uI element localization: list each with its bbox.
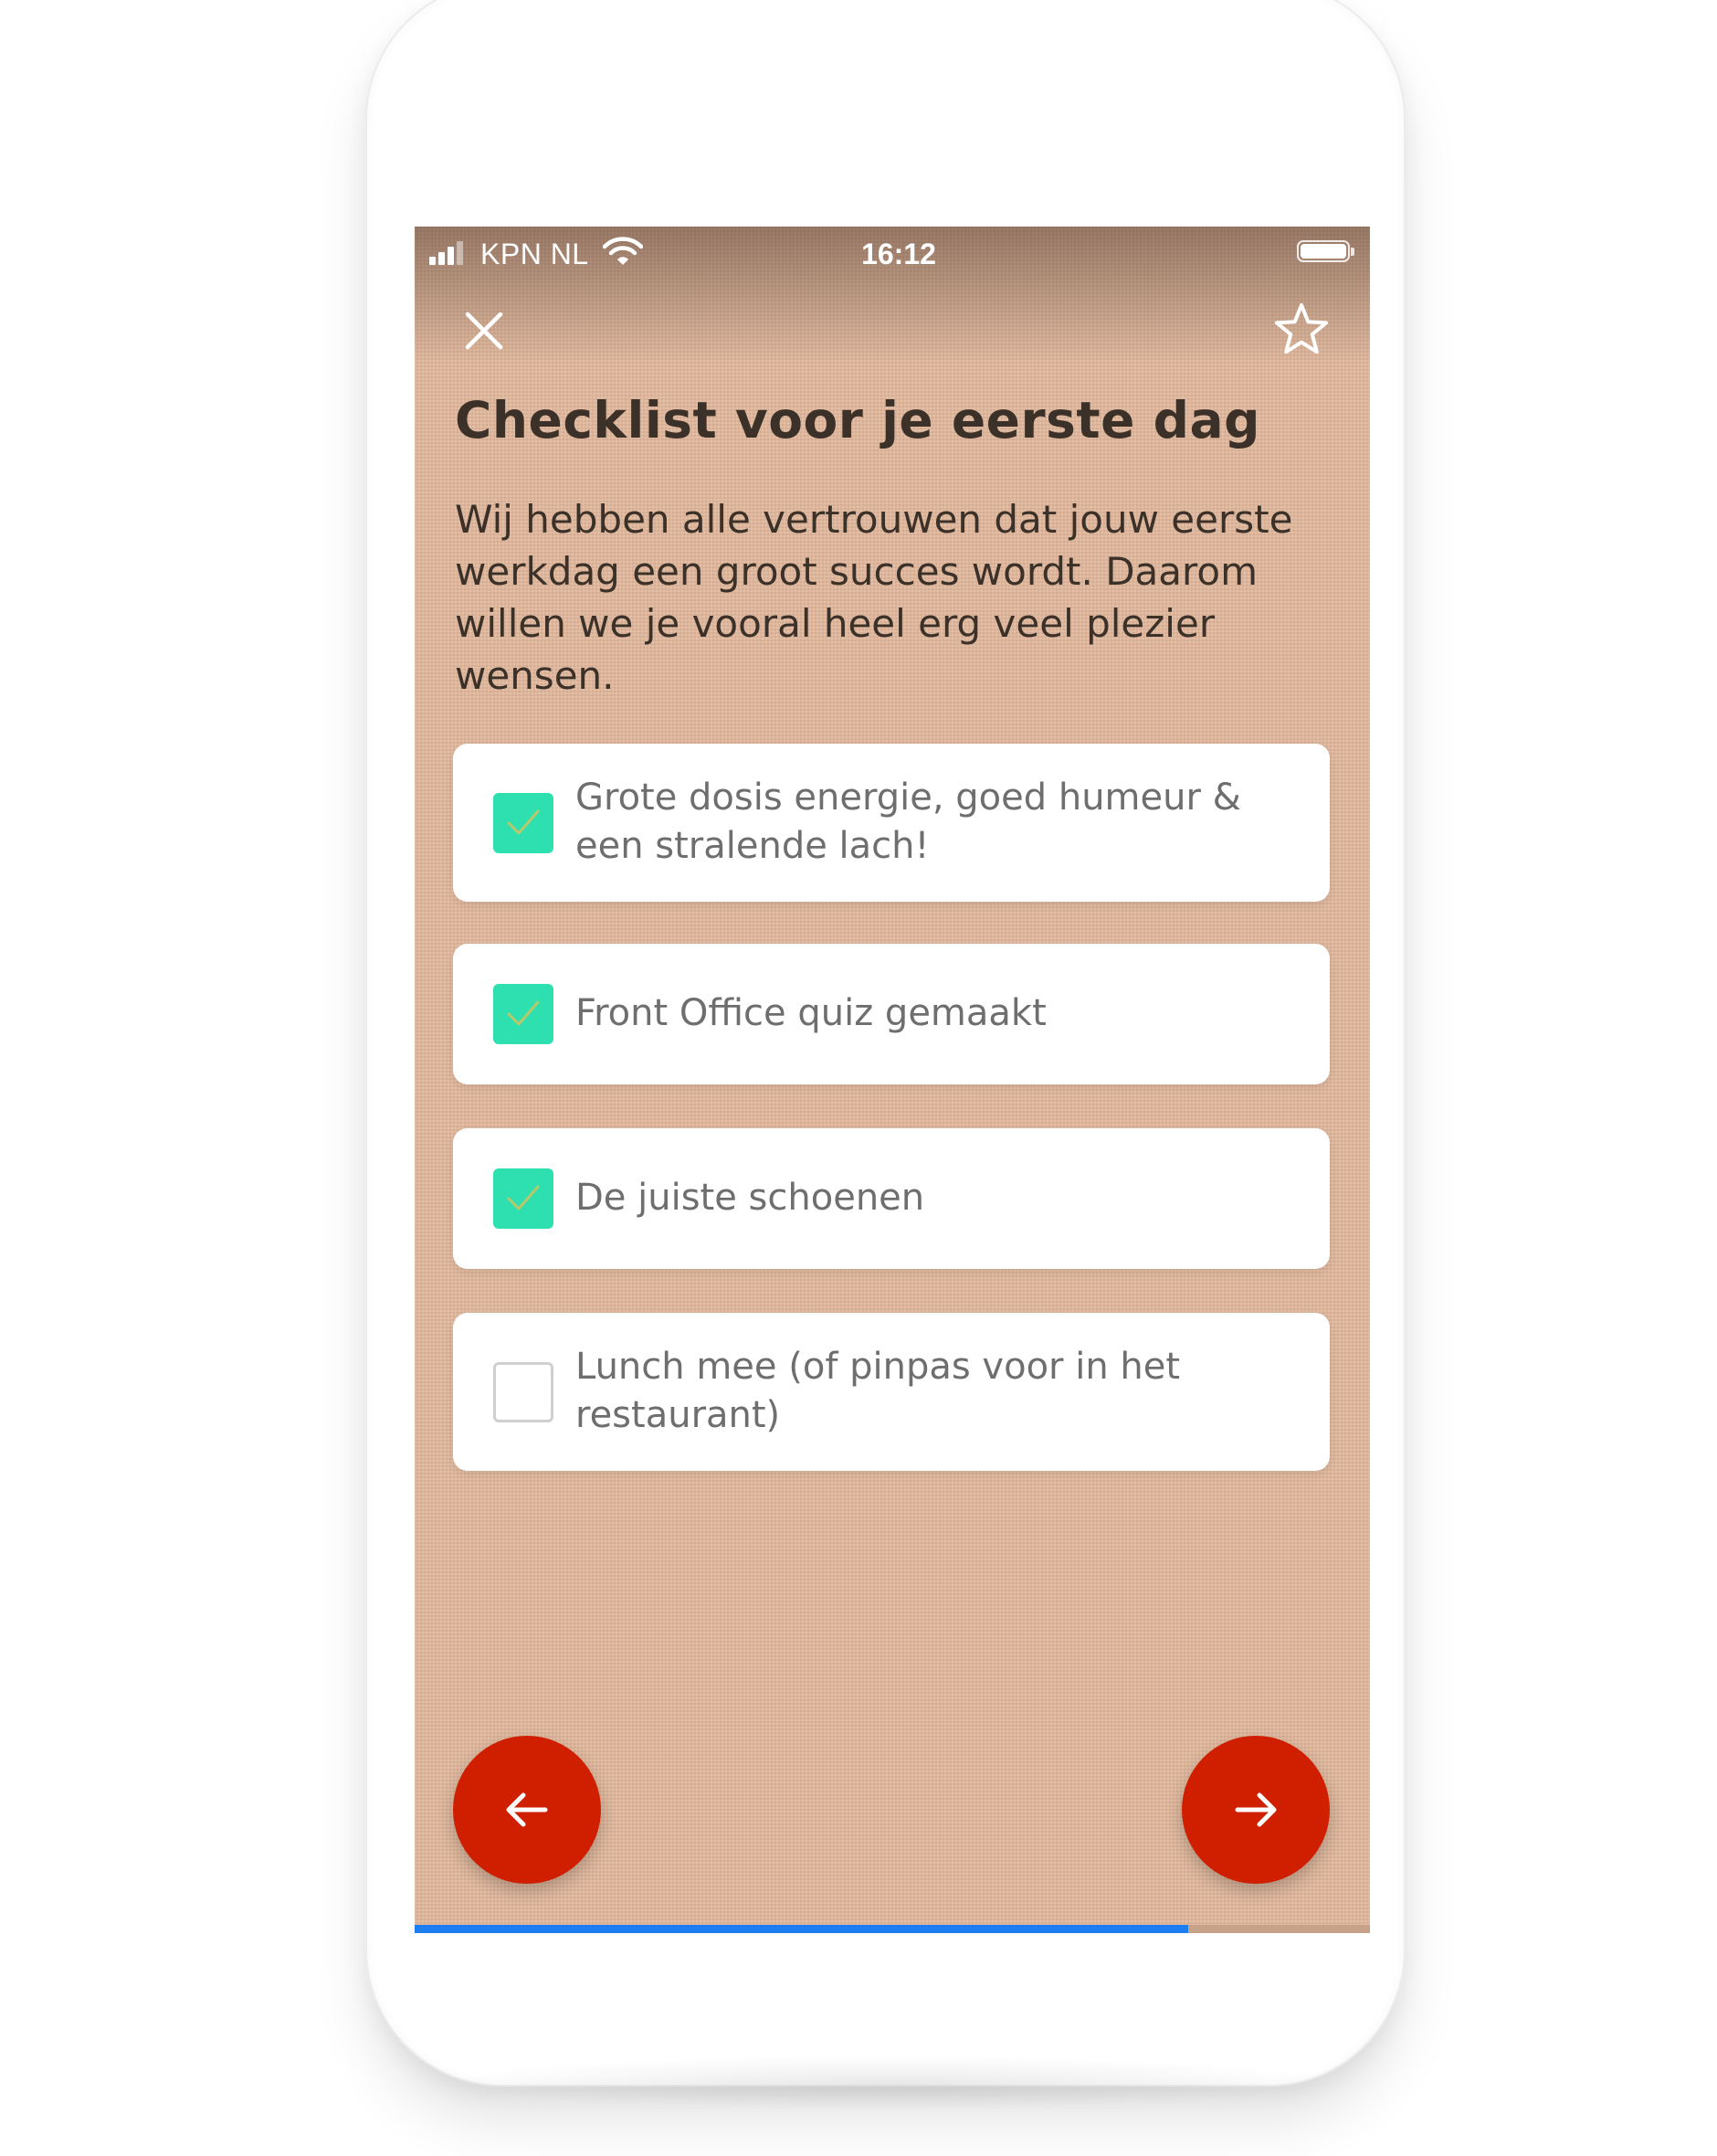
next-button[interactable] xyxy=(1182,1736,1330,1884)
checklist-item-label: Lunch mee (of pinpas voor in het restaur… xyxy=(575,1346,1181,1436)
checklist-item[interactable]: Front Office quiz gemaakt xyxy=(453,944,1330,1084)
checkmark-icon xyxy=(507,1000,540,1026)
arrow-right-icon xyxy=(1235,1792,1277,1827)
signal-bars-icon xyxy=(429,239,468,265)
carrier-name: KPN NL xyxy=(480,238,589,270)
back-button[interactable] xyxy=(453,1736,601,1884)
status-bar: KPN NL 16:12 xyxy=(415,227,1370,281)
progress-bar xyxy=(415,1925,1370,1933)
status-time: 16:12 xyxy=(861,238,936,270)
page-title: Checklist voor je eerste dag xyxy=(455,391,1260,449)
progress-bar-fill xyxy=(415,1925,1189,1933)
checkmark-icon xyxy=(507,809,540,835)
checkbox-unchecked[interactable] xyxy=(493,1362,553,1422)
intro-text: Wij hebben alle vertrouwen dat jouw eers… xyxy=(455,497,1293,698)
arrow-left-icon xyxy=(506,1792,548,1827)
checklist-item-label: Grote dosis energie, goed humeur & een s… xyxy=(575,777,1241,867)
checklist-item[interactable]: De juiste schoenen xyxy=(453,1128,1330,1269)
checklist-item[interactable]: Lunch mee (of pinpas voor in het restaur… xyxy=(453,1313,1330,1471)
checklist-item[interactable]: Grote dosis energie, goed humeur & een s… xyxy=(453,744,1330,902)
app-screen: KPN NL 16:12 Checklist voor je eerste da… xyxy=(415,227,1370,1933)
checkbox-checked[interactable] xyxy=(493,984,553,1044)
checkmark-icon xyxy=(507,1185,540,1210)
canvas: KPN NL 16:12 Checklist voor je eerste da… xyxy=(0,0,1717,2156)
phone-shadow xyxy=(429,2056,1343,2110)
checklist-item-label: De juiste schoenen xyxy=(575,1177,925,1219)
close-button[interactable] xyxy=(458,305,510,356)
wifi-icon xyxy=(602,236,644,274)
star-outline-icon xyxy=(1275,303,1328,354)
close-icon xyxy=(465,312,503,350)
checkbox-checked[interactable] xyxy=(493,1168,553,1229)
checkbox-checked[interactable] xyxy=(493,793,553,853)
battery-icon xyxy=(1297,240,1354,262)
checklist-item-label: Front Office quiz gemaakt xyxy=(575,992,1047,1034)
favorite-button[interactable] xyxy=(1271,300,1332,360)
